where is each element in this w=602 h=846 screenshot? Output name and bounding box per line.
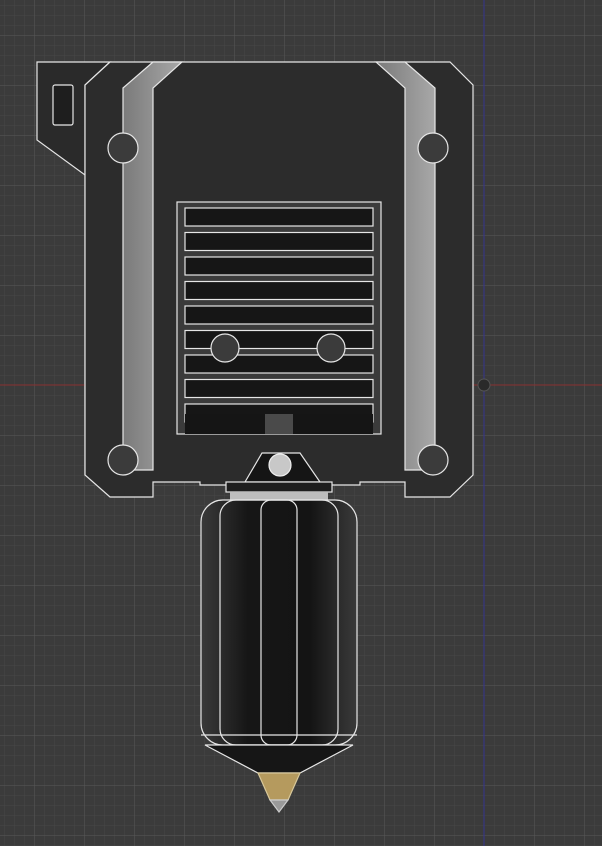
heatsink-fin	[184, 207, 374, 227]
heatsink-fin	[184, 256, 374, 276]
heater-sock	[200, 499, 358, 746]
mount-hole	[417, 444, 449, 476]
heatsink-fin	[184, 231, 374, 252]
mount-plate	[225, 481, 333, 493]
origin-marker	[477, 378, 491, 392]
heatbreak	[265, 414, 293, 434]
mount-screw	[268, 453, 292, 477]
heatsink-fin	[184, 305, 374, 325]
heatsink-fins	[184, 207, 374, 423]
heatsink-hole	[316, 333, 346, 363]
clip-slot	[52, 84, 74, 126]
heatsink-fin	[184, 378, 374, 399]
mount-hole	[107, 132, 139, 164]
heatsink-fin	[184, 354, 374, 374]
heatsink-fin	[184, 280, 374, 301]
mount-hole	[417, 132, 449, 164]
mount-hole	[107, 444, 139, 476]
cad-viewport[interactable]	[0, 0, 602, 846]
heatsink-hole	[210, 333, 240, 363]
mount-collar	[230, 492, 328, 500]
